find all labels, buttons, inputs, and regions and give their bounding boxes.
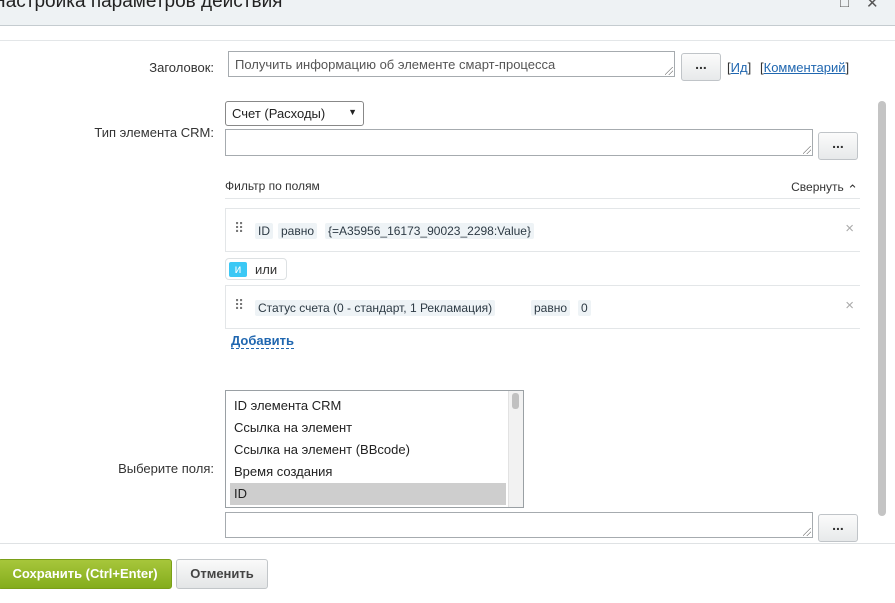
crm-type-label: Тип элемента CRM: xyxy=(94,125,214,140)
resize-grip-icon[interactable] xyxy=(803,528,811,536)
fields-text-input[interactable] xyxy=(225,512,813,538)
list-item[interactable]: Время создания xyxy=(230,461,506,483)
condition-field[interactable]: ID xyxy=(255,223,273,239)
collapse-label: Свернуть xyxy=(791,180,844,194)
content-scroll-thumb[interactable] xyxy=(878,101,886,516)
maximize-icon[interactable]: □ xyxy=(840,0,849,11)
bracket: ] xyxy=(845,60,850,75)
select-fields-label: Выберите поля: xyxy=(118,461,214,476)
dialog-content: Заголовок: Получить информацию об элемен… xyxy=(0,26,895,542)
logic-toggle: и или xyxy=(225,258,287,280)
drag-handle-icon[interactable]: ⠿ xyxy=(234,297,244,314)
title-label: Заголовок: xyxy=(149,60,214,75)
filter-condition[interactable]: ⠿ Статус счета (0 - стандарт, 1 Рекламац… xyxy=(225,285,860,329)
title-input[interactable]: Получить информацию об элементе смарт-пр… xyxy=(228,51,675,77)
list-item[interactable]: Ссылка на элемент (BBcode) xyxy=(230,439,506,461)
dialog-titlebar: Настройка параметров действия □ ✕ xyxy=(0,0,895,26)
dialog-footer: Сохранить (Ctrl+Enter) Отменить xyxy=(0,543,895,603)
condition-operator[interactable]: равно xyxy=(531,300,571,316)
condition-value[interactable]: {=A35956_16173_90023_2298:Value} xyxy=(325,223,534,239)
crm-type-text-input[interactable] xyxy=(225,129,813,156)
logic-or-option[interactable]: или xyxy=(255,262,277,277)
comment-link[interactable]: Комментарий xyxy=(764,60,846,75)
fields-listbox[interactable]: ID элемента CRM Ссылка на элемент Ссылка… xyxy=(225,390,524,508)
cancel-button[interactable]: Отменить xyxy=(176,559,268,589)
title-input-value: Получить информацию об элементе смарт-пр… xyxy=(235,57,556,72)
drag-handle-icon[interactable]: ⠿ xyxy=(234,220,244,237)
remove-condition-icon[interactable]: × xyxy=(845,220,854,237)
id-link[interactable]: Ид xyxy=(731,60,748,75)
resize-grip-icon[interactable] xyxy=(803,146,811,154)
filter-header: Фильтр по полям Свернуть ⌃ xyxy=(225,173,860,199)
comment-link-wrap: [Комментарий] xyxy=(760,60,849,75)
logic-and-option[interactable]: и xyxy=(229,262,247,277)
condition-operator[interactable]: равно xyxy=(278,223,318,239)
title-insert-button[interactable]: ... xyxy=(681,53,721,81)
crm-type-value: Счет (Расходы) xyxy=(232,106,326,121)
list-item-selected[interactable]: ID xyxy=(230,483,506,505)
dialog-title: Настройка параметров действия xyxy=(0,0,283,12)
fields-insert-button[interactable]: ... xyxy=(818,514,858,542)
save-button[interactable]: Сохранить (Ctrl+Enter) xyxy=(0,559,172,589)
filter-title: Фильтр по полям xyxy=(225,179,320,193)
remove-condition-icon[interactable]: × xyxy=(845,297,854,314)
crm-type-insert-button[interactable]: ... xyxy=(818,132,858,160)
collapse-toggle[interactable]: Свернуть ⌃ xyxy=(791,179,858,197)
condition-value[interactable]: 0 xyxy=(578,300,591,316)
filter-condition[interactable]: ⠿ ID равно {=A35956_16173_90023_2298:Val… xyxy=(225,208,860,252)
list-item[interactable]: ID элемента CRM xyxy=(230,395,506,417)
resize-grip-icon[interactable] xyxy=(665,67,673,75)
list-item[interactable]: Ссылка на элемент xyxy=(230,417,506,439)
listbox-scrollbar[interactable] xyxy=(508,391,523,507)
id-link-wrap: [Ид] xyxy=(727,60,751,75)
listbox-scroll-thumb[interactable] xyxy=(512,393,519,409)
chevron-down-icon: ▼ xyxy=(348,107,357,117)
close-icon[interactable]: ✕ xyxy=(866,0,879,12)
chevron-up-icon: ⌃ xyxy=(847,182,858,197)
crm-type-select[interactable]: Счет (Расходы) ▼ xyxy=(225,101,364,126)
content-scrollbar[interactable] xyxy=(877,26,887,542)
divider xyxy=(0,40,895,41)
bracket: ] xyxy=(747,60,752,75)
condition-field[interactable]: Статус счета (0 - стандарт, 1 Рекламация… xyxy=(255,300,496,316)
add-condition-link[interactable]: Добавить xyxy=(231,333,294,349)
